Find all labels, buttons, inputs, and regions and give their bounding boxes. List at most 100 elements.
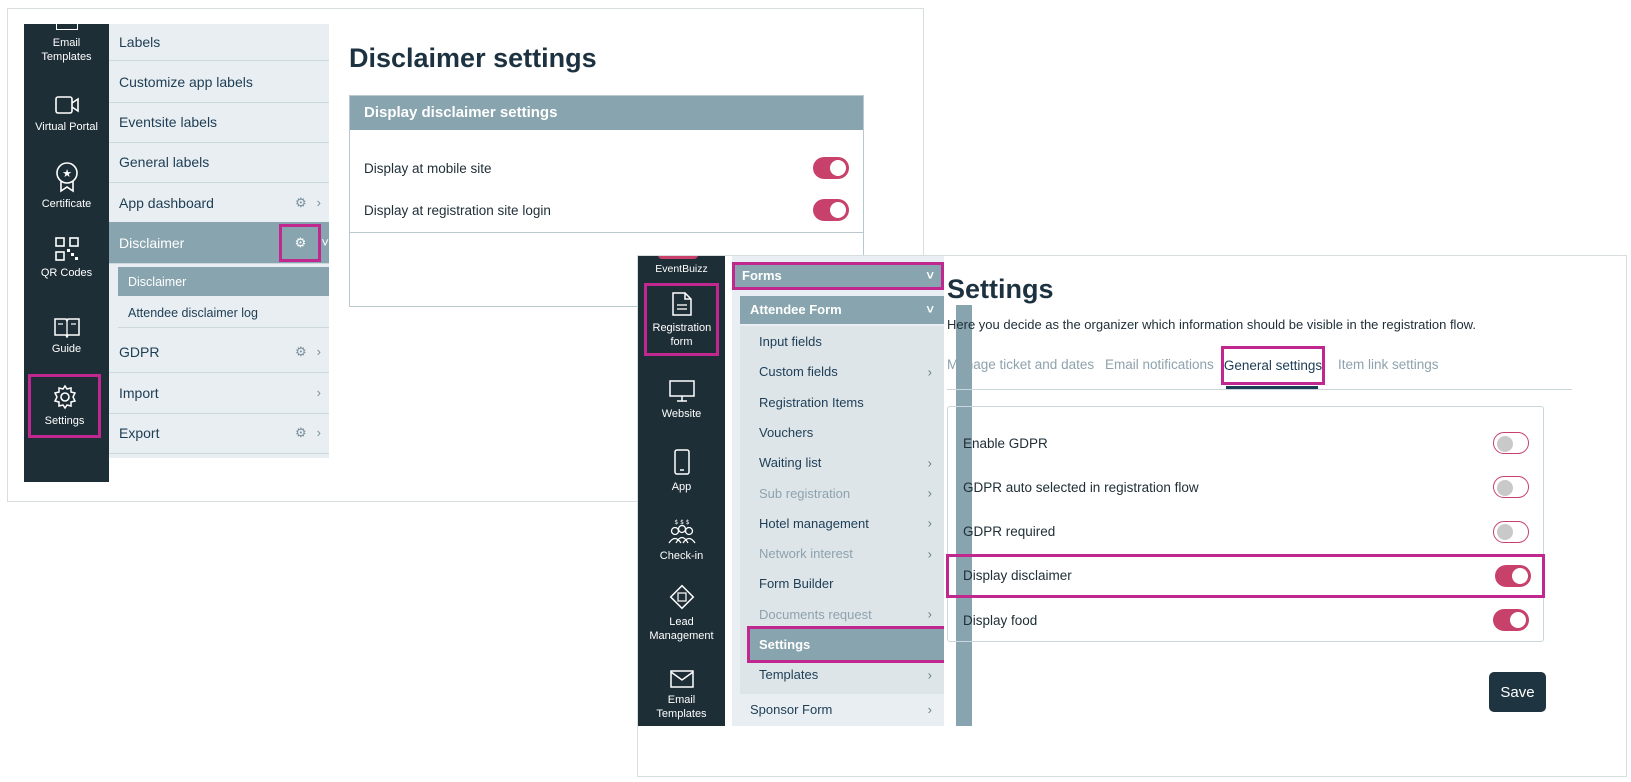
rail-website[interactable]: Website xyxy=(638,379,725,421)
rail-guide[interactable]: Guide xyxy=(24,316,109,356)
mobile-site-toggle[interactable] xyxy=(813,157,849,179)
tab-general-settings[interactable]: General settings xyxy=(1221,346,1325,385)
registration-login-toggle[interactable] xyxy=(813,199,849,221)
setting-row-display-disclaimer: Display disclaimer xyxy=(946,553,1545,598)
submenu-item-attendee-disclaimer-log[interactable]: Attendee disclaimer log xyxy=(118,299,329,328)
menu-item-label: Custom fields xyxy=(759,364,838,380)
menu-item-import[interactable]: Import › xyxy=(109,372,329,414)
setting-toggle[interactable] xyxy=(1493,432,1529,454)
menu-item-waiting-list[interactable]: Waiting list › xyxy=(740,447,944,478)
setting-toggle[interactable] xyxy=(1495,564,1531,587)
menu-item-form-builder[interactable]: Form Builder xyxy=(740,568,944,599)
tab-email-notifications[interactable]: Email notifications xyxy=(1105,357,1214,372)
rail-qr-codes[interactable]: QR Codes xyxy=(24,236,109,280)
menu-item-network-interest[interactable]: Network interest › xyxy=(740,538,944,569)
menu-item-general-labels[interactable]: General labels xyxy=(109,141,329,183)
menu-item-custom-fields[interactable]: Custom fields › xyxy=(740,356,944,387)
menu-item-registration-items[interactable]: Registration Items xyxy=(740,387,944,418)
rail-check-in[interactable]: $ $ $ Check-in xyxy=(638,519,725,563)
rail-email-templates[interactable]: Email Templates xyxy=(638,669,725,721)
qr-code-icon xyxy=(54,237,79,261)
menu-item-label: Waiting list xyxy=(759,455,822,471)
menu-item-label: Settings xyxy=(759,637,811,652)
menu-item-label: Import xyxy=(119,384,159,401)
card-divider xyxy=(350,232,863,233)
rail-label: Settings xyxy=(44,415,85,427)
menu-item-input-fields[interactable]: Input fields xyxy=(740,326,944,357)
menu-item-label: GDPR xyxy=(119,343,160,360)
menu-item-templates[interactable]: Templates › xyxy=(740,659,944,690)
menu-item-label: Network interest xyxy=(759,546,853,562)
rail-email-templates[interactable]: Email Templates xyxy=(24,24,109,64)
rail-label: Email Templates xyxy=(41,37,92,63)
left-nav-rail: Email Templates Virtual Portal ★ Certifi… xyxy=(24,24,109,482)
menu-item-documents-request[interactable]: Documents request › xyxy=(740,599,944,630)
submenu-label: Disclaimer xyxy=(128,274,187,289)
rail-label: QR Codes xyxy=(40,267,93,279)
save-label: Save xyxy=(1500,683,1535,701)
menu-item-sponsor-form[interactable]: Sponsor Form › xyxy=(740,696,944,724)
rail-label: Lead Management xyxy=(649,616,714,642)
menu-item-gdpr[interactable]: GDPR ⚙ › xyxy=(109,331,329,373)
gear-icon[interactable]: ⚙ xyxy=(295,344,307,360)
rail-certificate[interactable]: ★ Certificate xyxy=(24,161,109,211)
forms-menu: Forms ˅ Attendee Form ˅ Input fields Cust… xyxy=(732,256,944,726)
menu-item-label: General labels xyxy=(119,153,210,170)
rail-label: Website xyxy=(661,408,702,420)
menu-header-forms[interactable]: Forms ˅ xyxy=(732,262,944,290)
setting-row-gdpr-auto-selected-in-registration-flow: GDPR auto selected in registration flow xyxy=(948,465,1543,509)
row-label: Display at registration site login xyxy=(364,202,551,218)
rail-label: Registration form xyxy=(652,322,712,348)
gear-icon[interactable]: ⚙ xyxy=(295,425,307,441)
menu-item-customize-app-labels[interactable]: Customize app labels xyxy=(109,61,329,103)
lead-icon xyxy=(669,584,694,610)
gear-icon[interactable]: ⚙ xyxy=(295,195,307,211)
chevron-right-icon: › xyxy=(927,702,932,717)
chevron-right-icon: › xyxy=(316,425,321,440)
tab-manage-ticket[interactable]: Manage ticket and dates xyxy=(947,357,1094,372)
setting-toggle[interactable] xyxy=(1493,609,1529,632)
menu-header-label: Forms xyxy=(742,268,782,283)
rail-lead-management[interactable]: Lead Management xyxy=(638,583,725,643)
menu-item-labels[interactable]: Labels xyxy=(109,24,329,61)
brand-accent xyxy=(658,256,698,259)
menu-item-label: Eventsite labels xyxy=(119,113,218,130)
menu-item-sub-registration[interactable]: Sub registration › xyxy=(740,478,944,509)
submenu-item-disclaimer[interactable]: Disclaimer xyxy=(118,267,329,296)
menu-item-label: App dashboard xyxy=(119,194,214,211)
rail-label: Email Templates xyxy=(656,694,707,720)
rail-app[interactable]: App xyxy=(638,448,725,494)
rail-registration-form[interactable]: Registration form xyxy=(644,283,719,356)
row-label: GDPR auto selected in registration flow xyxy=(963,479,1199,495)
svg-text:$ $ $: $ $ $ xyxy=(674,519,689,526)
setting-toggle[interactable] xyxy=(1493,520,1529,543)
row-label: Display at mobile site xyxy=(364,160,492,176)
card-header: Display disclaimer settings xyxy=(350,96,863,130)
save-button[interactable]: Save xyxy=(1489,672,1546,712)
row-label: Enable GDPR xyxy=(963,435,1048,451)
row-display-mobile-site: Display at mobile site xyxy=(350,146,863,190)
menu-item-label: Templates xyxy=(759,667,819,683)
page-description: Here you decide as the organizer which i… xyxy=(947,317,1476,332)
book-icon xyxy=(53,318,80,338)
setting-toggle[interactable] xyxy=(1493,476,1529,499)
menu-item-export[interactable]: Export ⚙ › xyxy=(109,412,329,454)
chevron-right-icon: › xyxy=(927,667,932,683)
rail-virtual-portal[interactable]: Virtual Portal xyxy=(24,94,109,134)
submenu-label: Attendee disclaimer log xyxy=(128,306,258,320)
menu-item-app-dashboard[interactable]: App dashboard ⚙ › xyxy=(109,182,329,224)
menu-item-vouchers[interactable]: Vouchers xyxy=(740,417,944,448)
menu-item-hotel-management[interactable]: Hotel management › xyxy=(740,508,944,539)
menu-item-label: Customize app labels xyxy=(119,73,253,90)
menu-item-settings[interactable]: Settings xyxy=(747,626,944,663)
menu-item-eventsite-labels[interactable]: Eventsite labels xyxy=(109,101,329,143)
menu-item-disclaimer[interactable]: Disclaimer ⚙ ˅ xyxy=(109,222,329,264)
rail-settings[interactable]: Settings xyxy=(28,374,101,438)
rail-label: Guide xyxy=(51,343,82,355)
menu-header-attendee-form[interactable]: Attendee Form ˅ xyxy=(740,296,944,324)
gear-icon xyxy=(53,384,76,410)
tab-item-link-settings[interactable]: Item link settings xyxy=(1338,357,1439,372)
rail-label: Certificate xyxy=(41,198,92,210)
disclaimer-submenu: Disclaimer Attendee disclaimer log xyxy=(109,264,329,329)
gear-icon[interactable]: ⚙ xyxy=(279,223,322,262)
